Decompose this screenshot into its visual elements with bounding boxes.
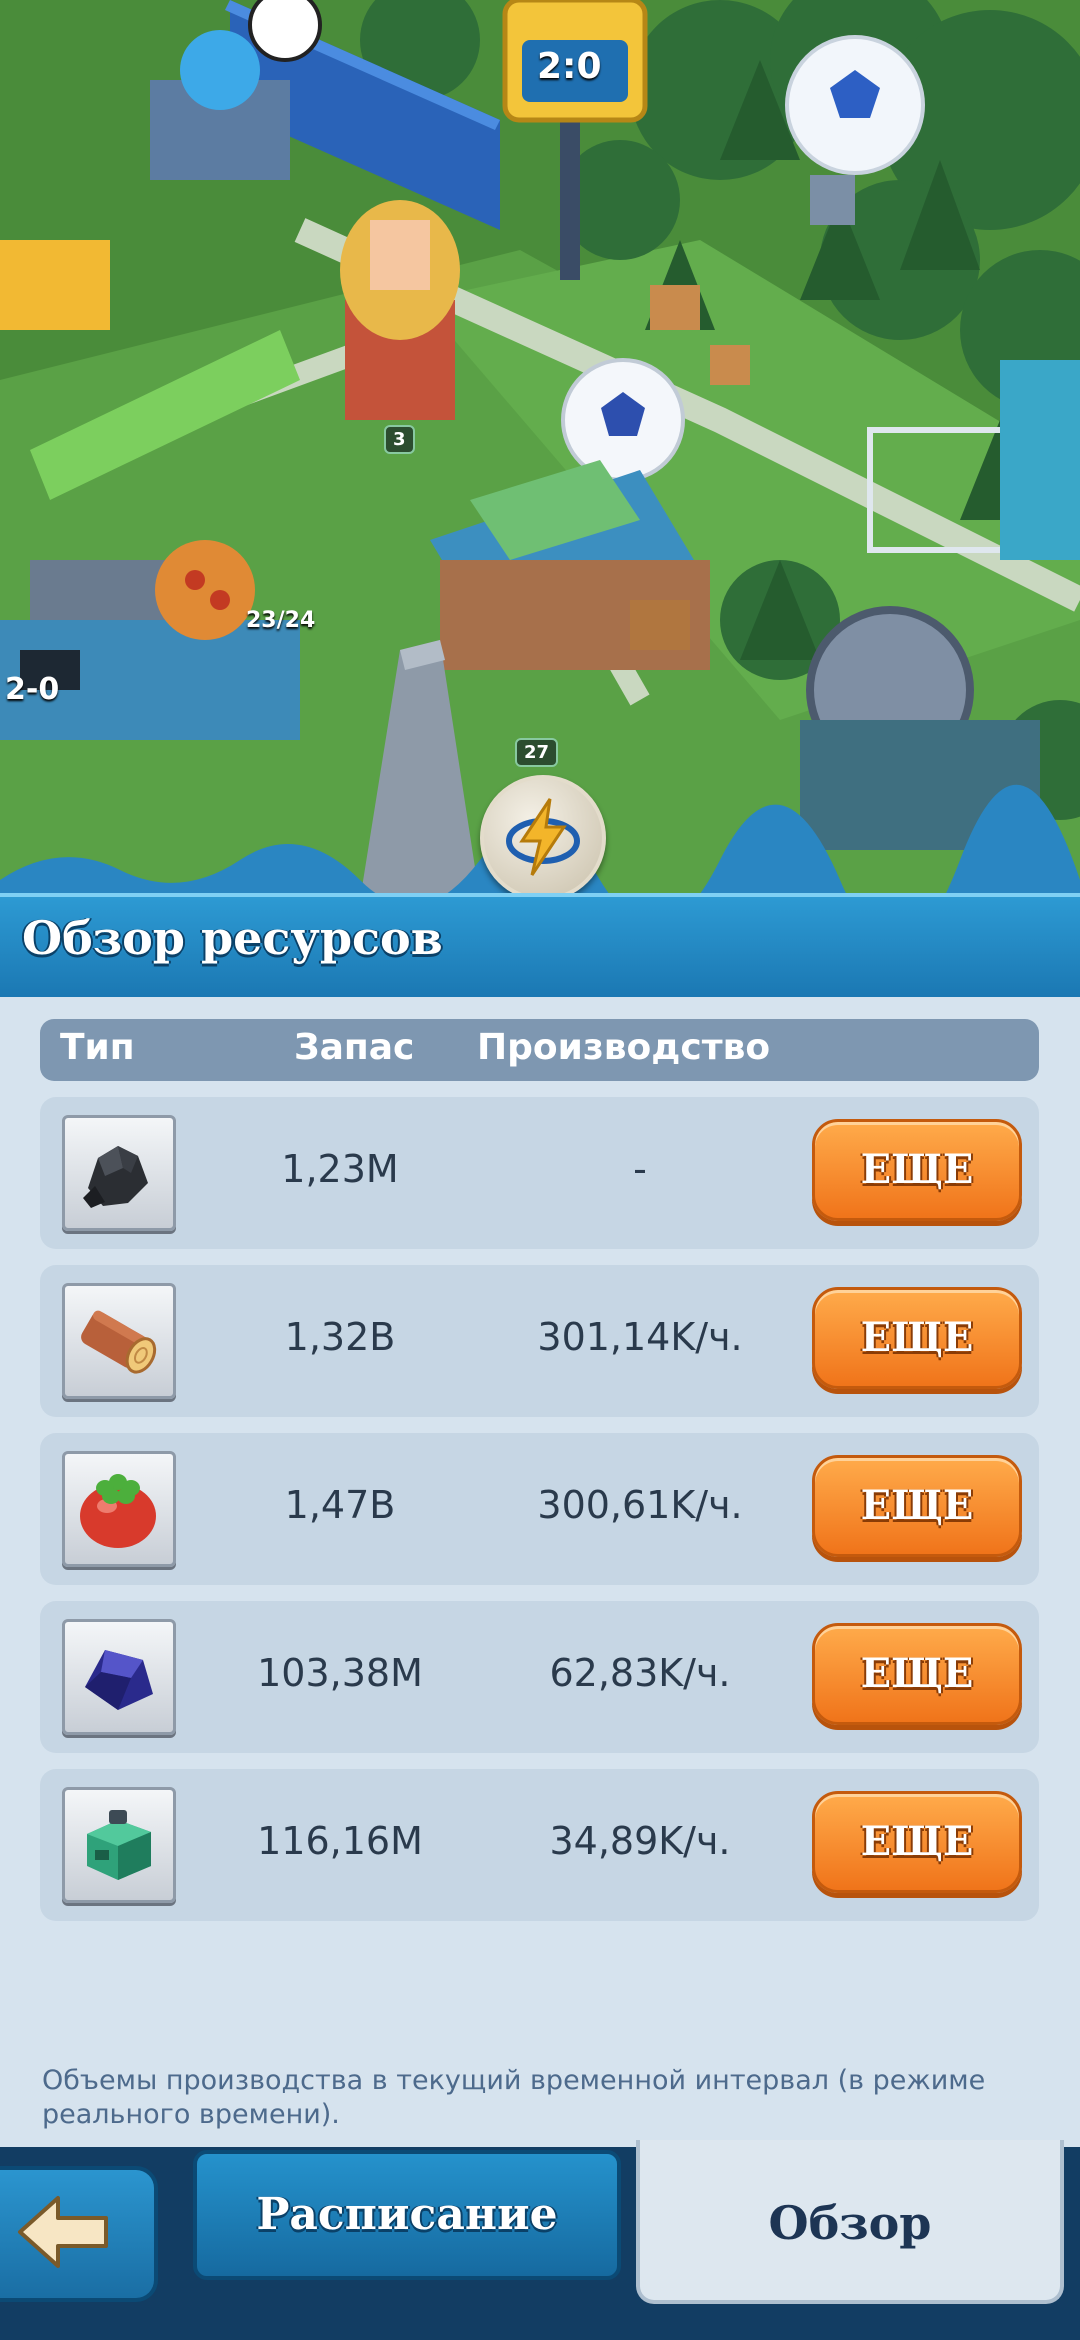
level-badge[interactable]: 3 [384, 425, 415, 454]
tomato-icon [80, 1474, 156, 1548]
production-footnote: Объемы производства в текущий временной … [42, 2065, 986, 2130]
lightning-icon [506, 798, 580, 876]
resource-icon-frame[interactable] [62, 1787, 176, 1903]
column-type: Тип [60, 1027, 135, 1068]
table-row: 1,23M - ЕЩЕ [40, 1097, 1039, 1249]
production-value: 300,61K/ч. [537, 1483, 743, 1527]
stock-value: 1,23M [281, 1147, 399, 1191]
table-row: 103,38M 62,83K/ч. ЕЩЕ [40, 1601, 1039, 1753]
tab-schedule[interactable]: Расписание [193, 2150, 621, 2280]
pizza-counter: 23/24 [246, 608, 316, 633]
stock-value: 116,16M [257, 1819, 423, 1863]
production-value: 301,14K/ч. [537, 1315, 743, 1359]
crystal-icon [85, 1650, 153, 1710]
back-button[interactable] [0, 2166, 158, 2302]
level-badge[interactable]: 27 [515, 738, 559, 767]
more-button[interactable]: ЕЩЕ [812, 1119, 1022, 1221]
resource-icon-frame[interactable] [62, 1619, 176, 1735]
back-arrow-icon [18, 2196, 108, 2268]
table-row: 1,32B 301,14K/ч. ЕЩЕ [40, 1265, 1039, 1417]
tab-overview[interactable]: Обзор [636, 2140, 1064, 2304]
game-world-view[interactable]: 2:0 3 23/24 27 2-0 [0, 0, 1080, 900]
scoreboard-score: 2:0 [537, 46, 602, 87]
column-production: Производство [477, 1027, 771, 1068]
more-button[interactable]: ЕЩЕ [812, 1455, 1022, 1557]
more-button[interactable]: ЕЩЕ [812, 1623, 1022, 1725]
coal-icon [83, 1146, 148, 1208]
side-scoreboard: 2-0 [5, 672, 60, 707]
resource-icon-frame[interactable] [62, 1115, 176, 1231]
panel-title: Обзор ресурсов [22, 911, 443, 965]
production-value: 34,89K/ч. [549, 1819, 731, 1863]
table-header: Тип Запас Производство [40, 1019, 1039, 1081]
stock-value: 1,32B [284, 1315, 396, 1359]
resource-icon-frame[interactable] [62, 1283, 176, 1399]
column-stock: Запас [294, 1027, 415, 1068]
more-button[interactable]: ЕЩЕ [812, 1791, 1022, 1893]
more-button[interactable]: ЕЩЕ [812, 1287, 1022, 1389]
stock-value: 1,47B [284, 1483, 396, 1527]
table-row: 1,47B 300,61K/ч. ЕЩЕ [40, 1433, 1039, 1585]
table-row: 116,16M 34,89K/ч. ЕЩЕ [40, 1769, 1039, 1921]
green-box-icon [87, 1810, 151, 1880]
resource-icon-frame[interactable] [62, 1451, 176, 1567]
panel-header: Обзор ресурсов [0, 893, 1080, 1001]
wood-log-icon [81, 1310, 157, 1374]
production-value: 62,83K/ч. [549, 1651, 731, 1695]
boost-button[interactable] [480, 775, 606, 900]
production-value: - [633, 1147, 647, 1191]
stock-value: 103,38M [257, 1651, 423, 1695]
